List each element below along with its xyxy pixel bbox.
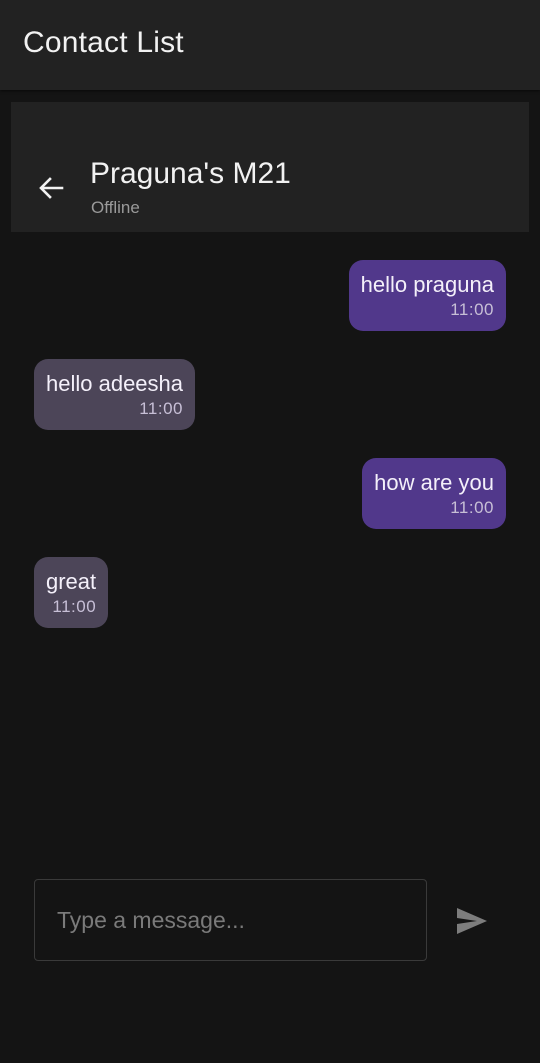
contact-status: Offline <box>91 198 140 217</box>
message-bubble-received[interactable]: great 11:00 <box>34 557 109 628</box>
send-icon <box>457 908 487 934</box>
message-time: 11:00 <box>52 597 97 616</box>
arrow-left-icon <box>39 177 64 199</box>
message-time: 11:00 <box>450 498 494 517</box>
message-time: 11:00 <box>139 399 184 418</box>
message-text: great <box>46 569 97 594</box>
message-input-container <box>34 879 427 961</box>
message-bubble-sent[interactable]: how are you 11:00 <box>362 458 506 529</box>
back-button[interactable] <box>35 172 67 204</box>
page-title: Contact List <box>23 26 184 59</box>
message-text: hello praguna <box>360 272 494 297</box>
chat-screen: Contact List Praguna's M21 Offline hello… <box>0 0 540 1063</box>
top-app-bar: Contact List <box>0 0 540 90</box>
message-bubble-sent[interactable]: hello praguna 11:00 <box>348 260 506 331</box>
message-bubble-received[interactable]: hello adeesha 11:00 <box>34 359 196 430</box>
send-button[interactable] <box>454 903 490 939</box>
message-text: how are you <box>374 470 494 495</box>
chat-header: Praguna's M21 Offline <box>11 102 529 232</box>
message-input[interactable] <box>35 880 426 960</box>
message-time: 11:00 <box>450 300 494 319</box>
contact-name: Praguna's M21 <box>90 157 291 190</box>
message-text: hello adeesha <box>46 371 184 396</box>
